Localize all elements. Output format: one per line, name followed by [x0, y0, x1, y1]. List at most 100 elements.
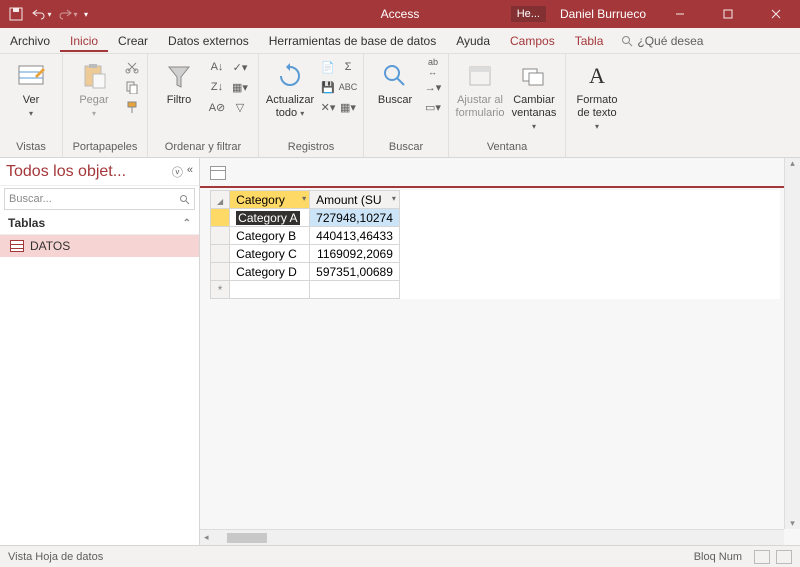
new-row-marker[interactable]: *: [211, 281, 230, 299]
menu-help[interactable]: Ayuda: [446, 30, 500, 52]
group-label-sort: Ordenar y filtrar: [154, 139, 252, 155]
save-icon[interactable]: [6, 4, 26, 24]
group-label-clipboard: Portapapeles: [69, 139, 141, 155]
cell-category[interactable]: Category C: [230, 245, 310, 263]
cut-icon[interactable]: [123, 58, 141, 76]
cell-empty[interactable]: [230, 281, 310, 299]
design-view-button[interactable]: [776, 550, 792, 564]
copy-icon[interactable]: [123, 78, 141, 96]
cell-empty[interactable]: [310, 281, 400, 299]
app-title: Access: [381, 7, 420, 21]
maximize-button[interactable]: [708, 0, 748, 28]
text-format-button[interactable]: A Formato de texto ▾: [572, 58, 622, 136]
menu-home[interactable]: Inicio: [60, 30, 108, 52]
row-selector[interactable]: [211, 227, 230, 245]
totals-icon[interactable]: Σ: [339, 58, 357, 76]
sort-desc-icon[interactable]: Z↓: [208, 78, 226, 96]
horizontal-scrollbar[interactable]: ◂: [200, 529, 784, 545]
column-header-category[interactable]: Category▾: [230, 191, 310, 209]
toggle-filter-icon[interactable]: ▽: [228, 98, 252, 116]
cell-category[interactable]: Category B: [230, 227, 310, 245]
cell-amount[interactable]: 1169092,2069: [310, 245, 400, 263]
row-selector[interactable]: [211, 245, 230, 263]
row-selector-header[interactable]: ◢: [211, 191, 230, 209]
datasheet-view-button[interactable]: [754, 550, 770, 564]
group-label-records: Registros: [265, 139, 357, 155]
paste-button[interactable]: Pegar▾: [69, 58, 119, 122]
table-icon: [10, 240, 24, 252]
cell-amount[interactable]: 727948,10274: [310, 209, 400, 227]
group-label-views: Vistas: [6, 139, 56, 155]
view-button[interactable]: Ver▾: [6, 58, 56, 122]
nav-section-tables[interactable]: Tablas ⌃: [0, 212, 199, 235]
user-name[interactable]: Daniel Burrueco: [554, 7, 652, 21]
status-bar: Vista Hoja de datos Bloq Num: [0, 545, 800, 567]
more-records-icon[interactable]: ▦▾: [339, 98, 357, 116]
filter-icon: [163, 60, 195, 92]
redo-icon[interactable]: ▾: [58, 4, 78, 24]
status-numlock: Bloq Num: [694, 551, 742, 563]
cell-amount[interactable]: 597351,00689: [310, 263, 400, 281]
nav-dropdown-icon[interactable]: ⓥ: [172, 164, 183, 180]
menu-external[interactable]: Datos externos: [158, 30, 259, 52]
fit-form-button[interactable]: Ajustar al formulario: [455, 58, 505, 122]
ribbon-group-clipboard: Pegar▾ Portapapeles: [63, 54, 148, 157]
accent-divider: [200, 186, 784, 188]
goto-icon[interactable]: →▾: [424, 78, 442, 96]
data-table[interactable]: ◢ Category▾ Amount (SU▾ Category A 72794…: [210, 190, 400, 299]
group-label-find: Buscar: [370, 139, 442, 155]
switch-windows-button[interactable]: Cambiar ventanas ▾: [509, 58, 559, 136]
nav-search-input[interactable]: Buscar...: [4, 188, 195, 210]
sort-asc-icon[interactable]: A↓: [208, 58, 226, 76]
row-selector[interactable]: [211, 209, 230, 227]
cell-amount[interactable]: 440413,46433: [310, 227, 400, 245]
new-record-icon[interactable]: 📄: [319, 58, 337, 76]
title-badge[interactable]: He...: [511, 6, 546, 22]
refresh-icon: [274, 60, 306, 92]
collapse-section-icon[interactable]: ⌃: [183, 218, 191, 229]
find-button[interactable]: Buscar: [370, 58, 420, 109]
nav-search-placeholder: Buscar...: [9, 193, 52, 205]
menu-create[interactable]: Crear: [108, 30, 158, 52]
undo-icon[interactable]: ▾: [32, 4, 52, 24]
paste-icon: [78, 60, 110, 92]
content-area: ◢ Category▾ Amount (SU▾ Category A 72794…: [200, 158, 800, 545]
refresh-button[interactable]: Actualizar todo ▾: [265, 58, 315, 122]
navigation-pane: Todos los objet... ⓥ « Buscar... Tablas …: [0, 158, 200, 545]
menu-dbtools[interactable]: Herramientas de base de datos: [259, 30, 446, 52]
cell-category[interactable]: Category D: [230, 263, 310, 281]
ribbon-group-views: Ver▾ Vistas: [0, 54, 63, 157]
remove-sort-icon[interactable]: A⊘: [208, 98, 226, 116]
nav-collapse-icon[interactable]: «: [187, 164, 193, 180]
save-record-icon[interactable]: 💾: [319, 78, 337, 96]
select-icon[interactable]: ▭▾: [424, 98, 442, 116]
spelling-icon[interactable]: ABC: [339, 78, 357, 96]
close-button[interactable]: [756, 0, 796, 28]
minimize-button[interactable]: [660, 0, 700, 28]
nav-item-label: DATOS: [30, 239, 70, 253]
filter-button[interactable]: Filtro: [154, 58, 204, 109]
cell-category[interactable]: Category A: [230, 209, 310, 227]
tell-me-search[interactable]: ¿Qué desea: [621, 34, 703, 48]
format-painter-icon[interactable]: [123, 98, 141, 116]
ribbon-group-find: Buscar ab↔ →▾ ▭▾ Buscar: [364, 54, 449, 157]
delete-record-icon[interactable]: ✕▾: [319, 98, 337, 116]
nav-title[interactable]: Todos los objet...: [6, 163, 172, 181]
title-bar: ▾ ▾ ▾ Access He... Daniel Burrueco: [0, 0, 800, 28]
menu-file[interactable]: Archivo: [0, 30, 60, 52]
menu-fields[interactable]: Campos: [500, 30, 565, 52]
status-view-label: Vista Hoja de datos: [8, 551, 103, 563]
advanced-filter-icon[interactable]: ▦▾: [228, 78, 252, 96]
vertical-scrollbar[interactable]: ▴▾: [784, 158, 800, 529]
ribbon-group-sort: Filtro A↓✓▾ Z↓▦▾ A⊘▽ Ordenar y filtrar: [148, 54, 259, 157]
column-header-amount[interactable]: Amount (SU▾: [310, 191, 400, 209]
menu-bar: Archivo Inicio Crear Datos externos Herr…: [0, 28, 800, 54]
text-format-icon: A: [581, 60, 613, 92]
datasheet: ◢ Category▾ Amount (SU▾ Category A 72794…: [210, 190, 780, 299]
row-selector[interactable]: [211, 263, 230, 281]
menu-table[interactable]: Tabla: [565, 30, 614, 52]
datasheet-tab-icon[interactable]: [210, 166, 226, 180]
replace-icon[interactable]: ab↔: [424, 58, 442, 76]
selection-filter-icon[interactable]: ✓▾: [228, 58, 252, 76]
nav-item-datos[interactable]: DATOS: [0, 235, 199, 257]
